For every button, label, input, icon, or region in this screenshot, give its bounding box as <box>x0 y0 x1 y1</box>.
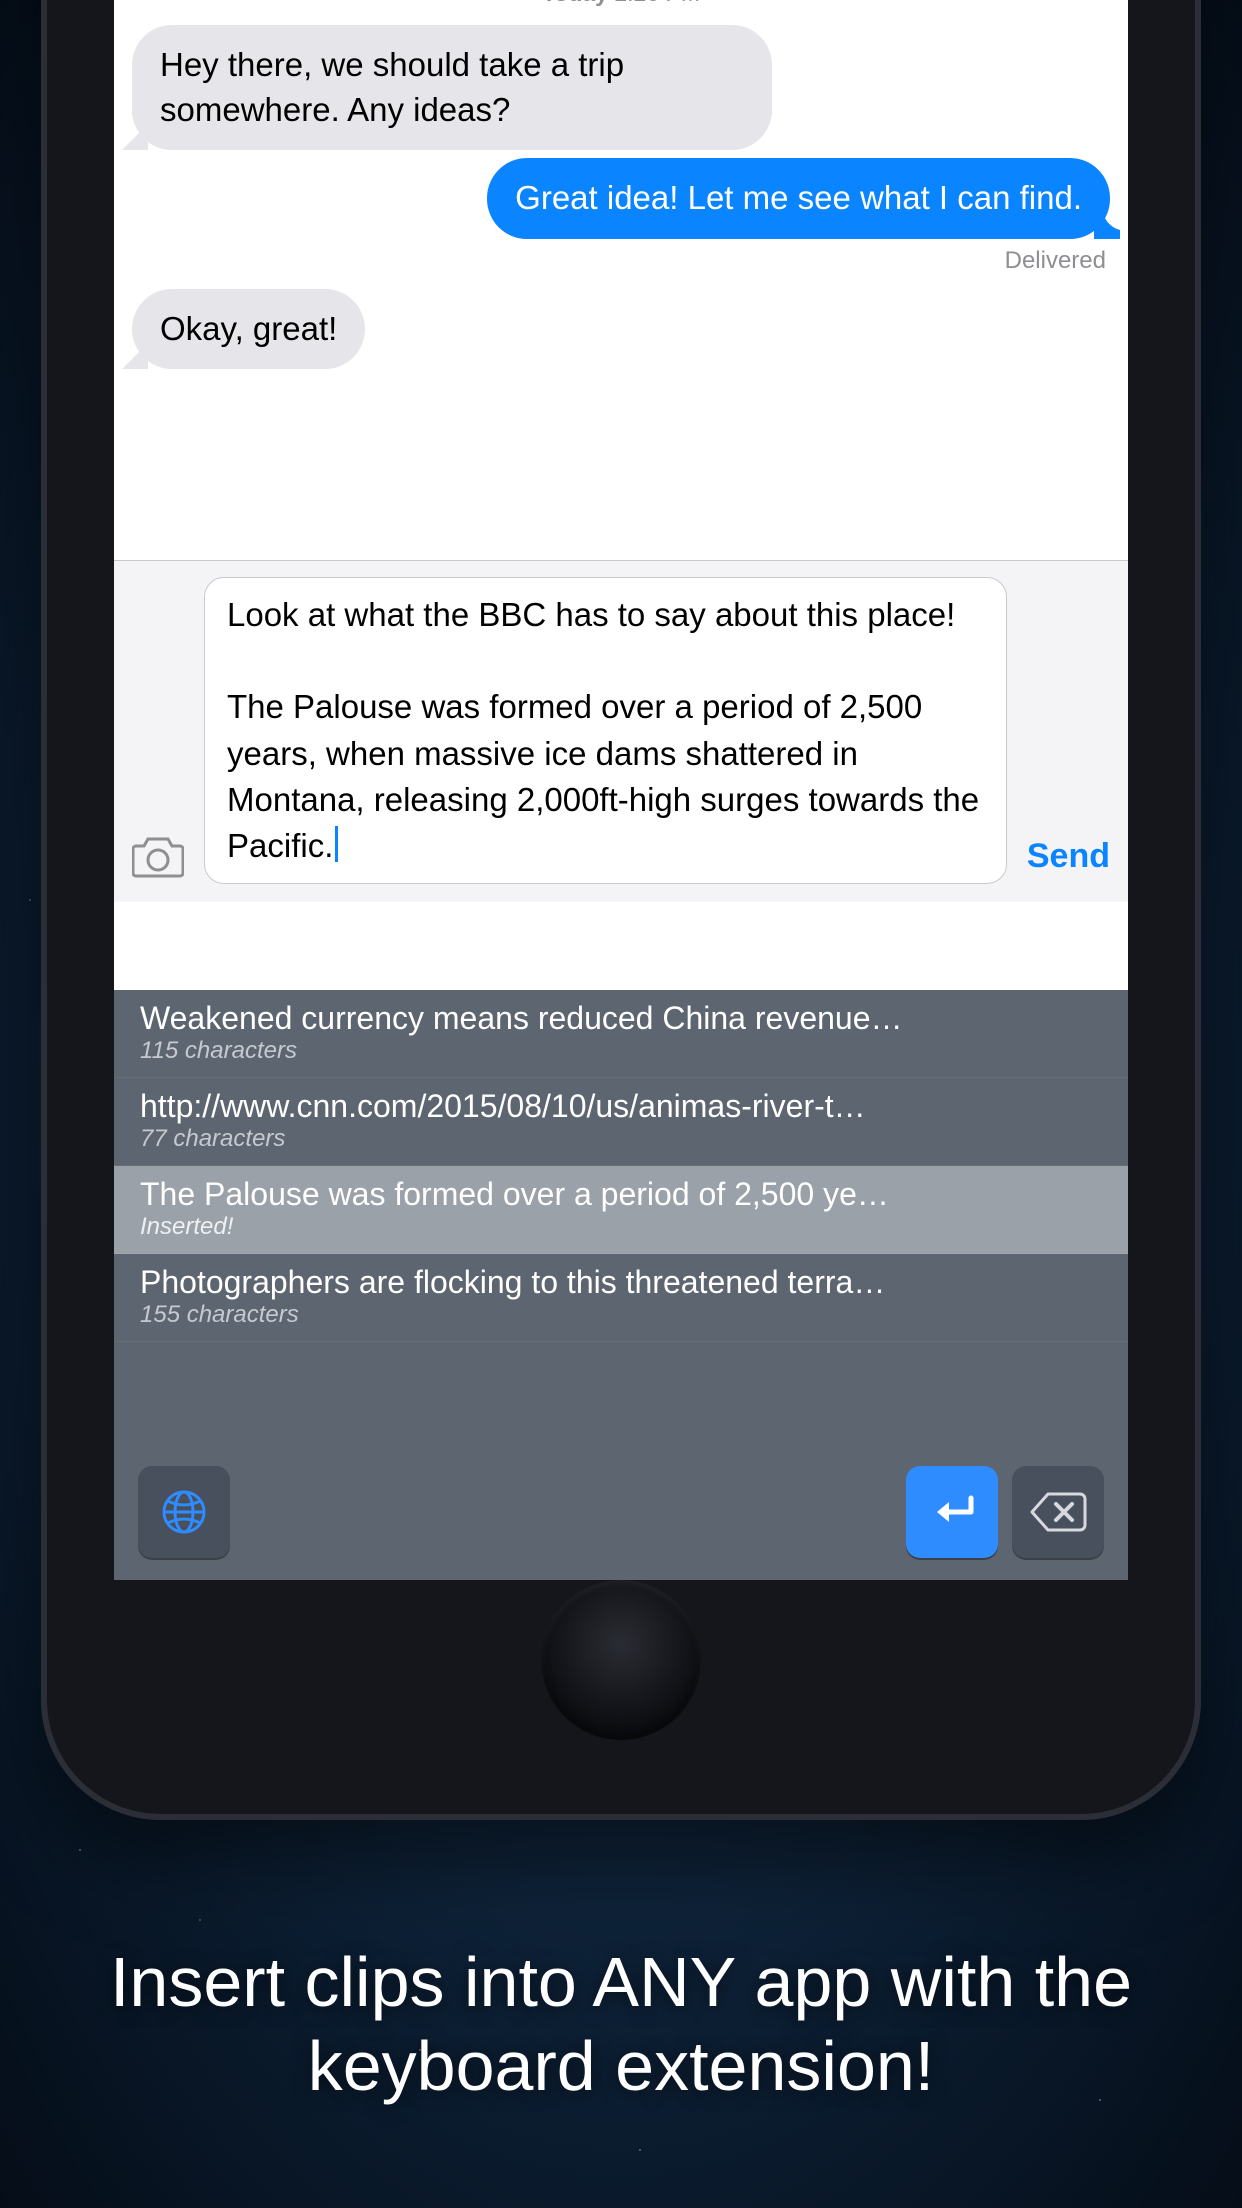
screen: Today 2:26 PM Hey there, we should take … <box>114 0 1128 1580</box>
camera-button[interactable] <box>132 834 184 884</box>
clip-item[interactable]: http://www.cnn.com/2015/08/10/us/animas-… <box>114 1078 1128 1166</box>
compose-bar: Look at what the BBC has to say about th… <box>114 560 1128 902</box>
clip-meta: 115 characters <box>140 1037 1102 1065</box>
message-incoming: Okay, great! <box>132 289 365 370</box>
clip-meta: 155 characters <box>140 1301 1102 1329</box>
clip-item[interactable]: Weakened currency means reduced China re… <box>114 990 1128 1078</box>
message-text: Great idea! Let me see what I can find. <box>515 179 1082 216</box>
backspace-icon <box>1028 1490 1088 1534</box>
clip-item[interactable]: Photographers are flocking to this threa… <box>114 1254 1128 1342</box>
clip-title: Photographers are flocking to this threa… <box>140 1264 1102 1301</box>
send-button[interactable]: Send <box>1027 837 1110 884</box>
message-text: Hey there, we should take a trip somewhe… <box>160 46 624 128</box>
clip-title: http://www.cnn.com/2015/08/10/us/animas-… <box>140 1088 1102 1125</box>
clip-meta: 77 characters <box>140 1125 1102 1153</box>
keyboard-toolbar <box>114 1448 1128 1580</box>
clip-title: The Palouse was formed over a period of … <box>140 1176 1102 1213</box>
timestamp-day: Today <box>542 0 608 6</box>
return-icon <box>925 1492 979 1532</box>
promo-caption: Insert clips into ANY app with the keybo… <box>0 1940 1242 2108</box>
timestamp-time: 2:26 PM <box>614 0 700 6</box>
camera-icon <box>132 834 184 878</box>
message-incoming: Hey there, we should take a trip somewhe… <box>132 25 772 150</box>
message-text: Okay, great! <box>160 310 337 347</box>
home-button[interactable] <box>541 1580 701 1740</box>
timestamp: Today 2:26 PM <box>132 0 1110 7</box>
conversation: Today 2:26 PM Hey there, we should take … <box>114 0 1128 369</box>
clip-item-selected[interactable]: The Palouse was formed over a period of … <box>114 1166 1128 1254</box>
message-input-text: Look at what the BBC has to say about th… <box>227 596 988 864</box>
message-outgoing: Great idea! Let me see what I can find. <box>487 158 1110 239</box>
globe-icon <box>159 1487 209 1537</box>
clip-title: Weakened currency means reduced China re… <box>140 1000 1102 1037</box>
backspace-button[interactable] <box>1012 1466 1104 1558</box>
clip-meta: Inserted! <box>140 1213 1102 1241</box>
globe-button[interactable] <box>138 1466 230 1558</box>
return-button[interactable] <box>906 1466 998 1558</box>
text-cursor <box>335 826 338 862</box>
keyboard-extension: Weakened currency means reduced China re… <box>114 990 1128 1580</box>
phone-frame: Today 2:26 PM Hey there, we should take … <box>41 0 1201 1820</box>
message-input[interactable]: Look at what the BBC has to say about th… <box>204 577 1007 884</box>
delivered-status: Delivered <box>132 247 1106 275</box>
